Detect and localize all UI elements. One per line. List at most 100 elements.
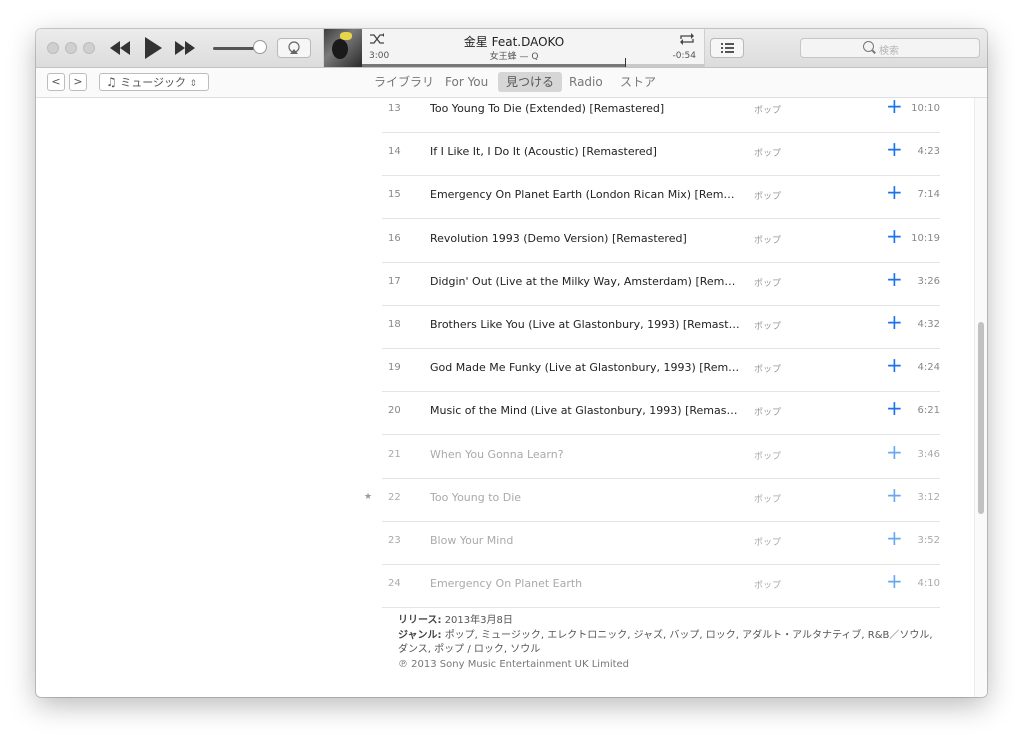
repeat-icon[interactable]	[679, 33, 695, 45]
music-note-icon: ♫	[106, 75, 117, 89]
track-row[interactable]: 21 When You Gonna Learn? ポップ +3:46	[382, 435, 940, 479]
track-number: 22	[388, 491, 401, 503]
track-title[interactable]: God Made Me Funky (Live at Glastonbury, …	[430, 361, 740, 374]
track-row[interactable]: ★ 22 Too Young to Die ポップ +3:12	[364, 478, 940, 522]
volume-slider[interactable]	[213, 47, 257, 50]
progress-fill	[362, 64, 626, 67]
track-row[interactable]: 24 Emergency On Planet Earth ポップ +4:10	[382, 564, 940, 609]
track-duration: 7:14	[917, 189, 940, 201]
track-title[interactable]: Music of the Mind (Live at Glastonbury, …	[430, 404, 740, 417]
track-genre: ポップ	[754, 278, 782, 289]
progress-playhead[interactable]	[625, 58, 627, 67]
track-artist-album: 女王蜂 — Q	[489, 52, 539, 62]
release-info: リリース: 2013年3月8日	[398, 614, 943, 629]
itunes-window: 3:00 金星 Feat.DAOKO 女王蜂 — Q -0:54 検索 < > …	[36, 29, 987, 697]
track-number: 19	[388, 362, 401, 374]
track-genre: ポップ	[754, 408, 782, 419]
close-window-button[interactable]	[47, 42, 59, 54]
track-duration: 3:52	[917, 535, 940, 546]
track-genre: ポップ	[754, 192, 782, 203]
list-icon	[721, 43, 734, 53]
genre-list: ポップ, ミュージック, エレクトロニック, ジャズ, バップ, ロック, アダ…	[398, 629, 933, 656]
add-icon[interactable]: +	[886, 180, 903, 204]
add-icon[interactable]: +	[886, 569, 903, 593]
star-icon: ★	[364, 491, 373, 502]
track-genre: ポップ	[754, 365, 782, 376]
track-duration: 6:21	[917, 405, 940, 417]
add-icon[interactable]: +	[886, 137, 903, 161]
media-kind-selector[interactable]: ♫ ミュージック ⇕	[99, 73, 209, 91]
track-genre: ポップ	[754, 322, 782, 332]
tab-store[interactable]: ストア	[612, 72, 664, 92]
up-next-button[interactable]	[710, 38, 744, 58]
track-number: 23	[388, 535, 401, 546]
track-row[interactable]: 23 Blow Your Mind ポップ +3:52	[382, 521, 940, 565]
add-icon[interactable]: +	[886, 483, 903, 507]
track-row[interactable]: 19 God Made Me Funky (Live at Glastonbury…	[382, 348, 940, 393]
add-icon[interactable]: +	[886, 526, 903, 550]
track-duration: 3:12	[917, 491, 940, 503]
media-kind-label: ミュージック	[120, 76, 187, 89]
track-row[interactable]: 14 If I Like It, I Do It (Acoustic) [Rema…	[382, 132, 940, 177]
track-number: 20	[388, 405, 401, 417]
airplay-button[interactable]	[277, 38, 311, 58]
add-icon[interactable]: +	[886, 396, 903, 420]
track-row[interactable]: 16 Revolution 1993 (Demo Version) [Remast…	[382, 219, 940, 263]
track-duration: 4:10	[917, 578, 940, 590]
scrollbar-thumb[interactable]	[978, 322, 984, 514]
now-playing-display: 3:00 金星 Feat.DAOKO 女王蜂 — Q -0:54	[323, 29, 705, 67]
add-icon[interactable]: +	[886, 224, 903, 248]
forward-button[interactable]: >	[69, 73, 87, 91]
track-title[interactable]: When You Gonna Learn?	[430, 448, 740, 461]
track-duration: 10:19	[911, 232, 940, 244]
tab-radio[interactable]: Radio	[561, 72, 611, 92]
track-title[interactable]: Too Young To Die (Extended) [Remastered]	[430, 102, 740, 115]
back-button[interactable]: <	[47, 73, 65, 91]
track-title[interactable]: Emergency On Planet Earth (London Rican …	[430, 188, 740, 201]
progress-bar[interactable]	[362, 58, 704, 67]
track-duration: 4:24	[917, 362, 940, 374]
track-title[interactable]: Blow Your Mind	[430, 534, 740, 547]
play-icon[interactable]	[144, 37, 162, 59]
track-row[interactable]: 17 Didgin' Out (Live at the Milky Way, Am…	[382, 262, 940, 306]
album-info: リリース: 2013年3月8日 ジャンル: ポップ, ミュージック, エレクトロ…	[398, 614, 943, 672]
track-number: 14	[388, 146, 401, 158]
track-title[interactable]: If I Like It, I Do It (Acoustic) [Remast…	[430, 145, 740, 158]
add-icon[interactable]: +	[886, 267, 903, 291]
tab-for-you[interactable]: For You	[437, 72, 496, 92]
track-title[interactable]: Emergency On Planet Earth	[430, 577, 740, 590]
add-icon[interactable]: +	[886, 440, 903, 464]
track-duration: 10:10	[911, 103, 940, 114]
search-icon	[863, 41, 874, 52]
track-genre: ポップ	[754, 581, 782, 592]
track-title: 金星 Feat.DAOKO	[463, 35, 565, 49]
back-icon: <	[51, 75, 61, 88]
search-field[interactable]: 検索	[800, 38, 980, 58]
previous-track-icon[interactable]	[110, 41, 130, 55]
next-track-icon[interactable]	[175, 41, 195, 55]
track-number: 21	[388, 448, 401, 460]
track-row[interactable]: 13 Too Young To Die (Extended) [Remastere…	[382, 98, 940, 133]
add-icon[interactable]: +	[886, 98, 903, 118]
track-number: 15	[388, 189, 401, 201]
track-number: 24	[388, 578, 401, 590]
album-track-list: 13 Too Young To Die (Extended) [Remastere…	[36, 98, 987, 697]
track-title[interactable]: Didgin' Out (Live at the Milky Way, Amst…	[430, 275, 740, 288]
zoom-window-button[interactable]	[83, 42, 95, 54]
genre-label: ジャンル:	[398, 629, 442, 641]
add-icon[interactable]: +	[886, 353, 903, 377]
volume-knob[interactable]	[253, 40, 267, 54]
track-title[interactable]: Too Young to Die	[430, 491, 740, 504]
track-row[interactable]: 15 Emergency On Planet Earth (London Rica…	[382, 175, 940, 220]
minimize-window-button[interactable]	[65, 42, 77, 54]
track-title[interactable]: Brothers Like You (Live at Glastonbury, …	[430, 318, 740, 331]
track-title[interactable]: Revolution 1993 (Demo Version) [Remaster…	[430, 232, 740, 245]
add-icon[interactable]: +	[886, 310, 903, 334]
copyright: ℗ 2013 Sony Music Entertainment UK Limit…	[398, 658, 630, 670]
release-date: 2013年3月8日	[444, 615, 513, 626]
tab-browse[interactable]: 見つける	[498, 72, 563, 92]
tab-library[interactable]: ライブラリ	[366, 72, 442, 92]
track-row[interactable]: 20 Music of the Mind (Live at Glastonbury…	[382, 391, 940, 436]
track-row[interactable]: 18 Brothers Like You (Live at Glastonbury…	[382, 305, 940, 349]
track-genre: ポップ	[754, 149, 782, 160]
